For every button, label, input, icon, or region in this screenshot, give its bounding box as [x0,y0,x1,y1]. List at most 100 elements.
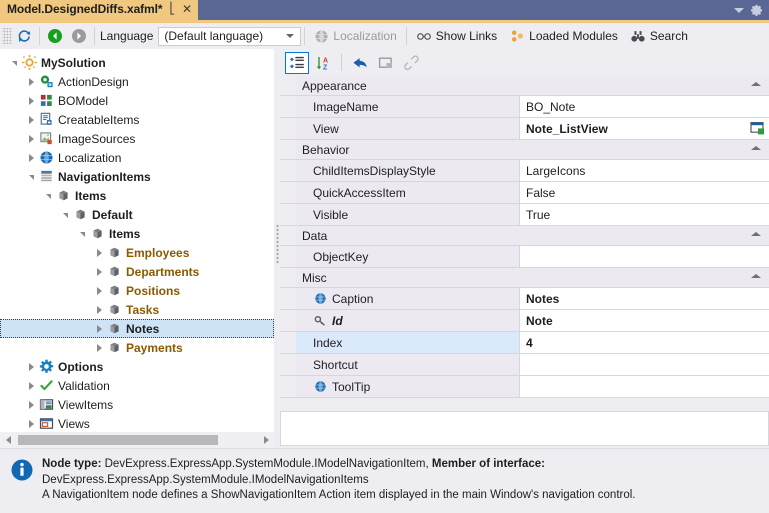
tree-node-viewitems-18[interactable]: ViewItems [0,395,274,414]
tree-expander-expand[interactable] [93,300,106,319]
property-value-cell[interactable]: Note [520,310,769,331]
loaded-modules-button[interactable]: Loaded Modules [503,25,624,47]
property-grid[interactable]: Appearance ImageName BO_Note View Note_ListV… [280,76,769,411]
property-name-cell[interactable]: ToolTip [296,376,520,397]
tree-expander-expand[interactable] [93,243,106,262]
property-value-cell[interactable] [520,354,769,375]
property-row-objectkey[interactable]: ObjectKey [280,246,769,268]
property-value-cell[interactable]: Note_ListView [520,118,769,139]
property-row-view[interactable]: View Note_ListView [280,118,769,140]
property-name-cell[interactable]: Visible [296,204,520,225]
property-name-cell[interactable]: Shortcut [296,354,520,375]
gear-icon[interactable] [750,4,763,17]
tree-node-payments-15[interactable]: Payments [0,338,274,357]
tree-scroll-track[interactable] [16,432,258,448]
property-value-cell[interactable]: Notes [520,288,769,309]
tree-expander-collapse[interactable] [42,186,55,205]
scroll-left-arrow[interactable] [0,432,16,448]
property-category-misc[interactable]: Misc [280,268,769,288]
property-row-index[interactable]: Index 4 [280,332,769,354]
property-row-imagename[interactable]: ImageName BO_Note [280,96,769,118]
tree-node-mysolution[interactable]: MySolution [0,53,274,72]
tree-expander-expand[interactable] [25,376,38,395]
tree-node-notes-14[interactable]: Notes [0,319,274,338]
view-window-icon[interactable] [750,121,765,135]
property-value-cell[interactable] [520,246,769,267]
tree-node-creatableitems-3[interactable]: CreatableItems [0,110,274,129]
model-tree-panel[interactable]: MySolution ActionDesign BOModel CreatableIt… [0,49,274,432]
tree-node-navigationitems-6[interactable]: NavigationItems [0,167,274,186]
alphabetical-sort-button[interactable]: A Z [311,52,335,74]
scroll-right-arrow[interactable] [258,432,274,448]
chevron-up-icon[interactable] [751,232,761,236]
chevron-up-icon[interactable] [751,82,761,86]
navigate-back-button[interactable] [43,25,67,47]
property-value-cell[interactable]: True [520,204,769,225]
tree-expander-expand[interactable] [93,338,106,357]
tree-node-tasks-13[interactable]: Tasks [0,300,274,319]
property-value-cell[interactable]: BO_Note [520,96,769,117]
tree-expander-expand[interactable] [93,281,106,300]
property-row-visible[interactable]: Visible True [280,204,769,226]
tree-node-imagesources-4[interactable]: ImageSources [0,129,274,148]
property-name-cell[interactable]: ImageName [296,96,520,117]
tree-node-departments-11[interactable]: Departments [0,262,274,281]
search-button[interactable]: Search [624,25,694,47]
tree-expander-expand[interactable] [25,110,38,129]
tree-expander-collapse[interactable] [59,205,72,224]
tree-expander-collapse[interactable] [76,224,89,243]
property-name-cell[interactable]: ChildItemsDisplayStyle [296,160,520,181]
tree-node-items-7[interactable]: Items [0,186,274,205]
reset-value-button[interactable] [348,52,372,74]
tree-expander-expand[interactable] [25,72,38,91]
property-row-shortcut[interactable]: Shortcut [280,354,769,376]
property-pages-button[interactable] [374,52,398,74]
tree-scroll-thumb[interactable] [18,435,218,445]
property-row-tooltip[interactable]: ToolTip [280,376,769,398]
tree-expander-expand[interactable] [25,395,38,414]
property-name-cell[interactable]: Caption [296,288,520,309]
localization-button[interactable]: Localization [308,25,402,47]
property-row-caption[interactable]: Caption Notes [280,288,769,310]
tree-expander-expand[interactable] [25,148,38,167]
tree-expander-expand[interactable] [93,262,106,281]
tree-node-items-9[interactable]: Items [0,224,274,243]
property-row-id[interactable]: Id Note [280,310,769,332]
property-name-cell[interactable]: Index [296,332,520,353]
tree-node-validation-17[interactable]: Validation [0,376,274,395]
chevron-up-icon[interactable] [751,274,761,278]
tree-expander-expand[interactable] [25,357,38,376]
tree-node-default-8[interactable]: Default [0,205,274,224]
property-name-cell[interactable]: ObjectKey [296,246,520,267]
refresh-button[interactable] [12,25,36,47]
property-value-cell[interactable]: 4 [520,332,769,353]
property-value-cell[interactable]: False [520,182,769,203]
tree-node-actiondesign-1[interactable]: ActionDesign [0,72,274,91]
categorized-view-button[interactable] [285,51,309,74]
tree-expander-expand[interactable] [25,414,38,432]
tree-horizontal-scrollbar[interactable] [0,432,274,448]
tree-expander-expand[interactable] [25,129,38,148]
tree-expander-collapse[interactable] [25,167,38,186]
tree-node-localization-5[interactable]: Localization [0,148,274,167]
property-name-cell[interactable]: QuickAccessItem [296,182,520,203]
tree-node-options-16[interactable]: Options [0,357,274,376]
property-name-cell[interactable]: View [296,118,520,139]
close-icon[interactable]: ✕ [182,3,192,15]
property-row-childitemsdisplaystyle[interactable]: ChildItemsDisplayStyle LargeIcons [280,160,769,182]
navigate-forward-button[interactable] [67,25,91,47]
property-value-cell[interactable] [520,376,769,397]
tree-node-employees-10[interactable]: Employees [0,243,274,262]
tree-node-bomodel-2[interactable]: BOModel [0,91,274,110]
tree-node-views-19[interactable]: Views [0,414,274,432]
property-value-cell[interactable]: LargeIcons [520,160,769,181]
tree-node-positions-12[interactable]: Positions [0,281,274,300]
property-category-data[interactable]: Data [280,226,769,246]
chevron-down-icon[interactable] [734,7,744,13]
property-name-cell[interactable]: Id [296,310,520,331]
pin-icon[interactable]: ⎣ [169,3,175,15]
toolbar-drag-handle[interactable] [2,28,12,44]
property-row-quickaccessitem[interactable]: QuickAccessItem False [280,182,769,204]
language-dropdown[interactable]: (Default language) [158,26,302,46]
tree-expander-expand[interactable] [25,91,38,110]
